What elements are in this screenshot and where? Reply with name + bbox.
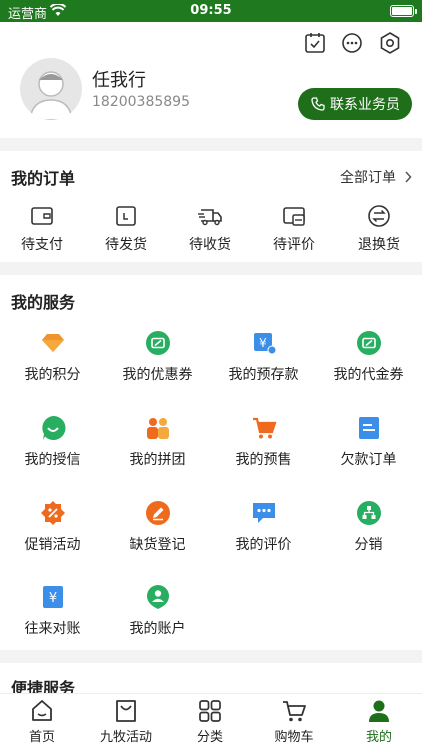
service-reconcile[interactable]: ¥ 往来对账 [0, 584, 105, 638]
services-title: 我的服务 [11, 293, 76, 312]
avatar-person-icon [29, 71, 73, 120]
order-pending-shipment[interactable]: 待发货 [84, 203, 168, 254]
bottom-tab-bar: 首页 九牧活动 分类 购物车 我的 [0, 693, 422, 750]
service-presale[interactable]: 我的预售 [211, 415, 316, 469]
tab-label: 购物车 [274, 730, 314, 745]
order-pending-payment[interactable]: 待支付 [0, 203, 84, 254]
service-credit[interactable]: 我的授信 [0, 415, 105, 469]
tab-home[interactable]: 首页 [0, 698, 84, 745]
credit-icon [41, 415, 65, 440]
voucher-icon [356, 331, 381, 355]
order-pending-review[interactable]: 待评价 [252, 203, 336, 254]
contact-salesperson-button[interactable]: 联系业务员 [298, 88, 412, 120]
order-label: 退换货 [358, 237, 400, 253]
service-label: 分销 [354, 537, 383, 553]
promotion-icon [40, 501, 65, 525]
service-label: 我的预存款 [228, 367, 299, 383]
service-promotions[interactable]: 促销活动 [0, 500, 105, 554]
points-diamond-icon [41, 334, 64, 352]
svg-text:¥: ¥ [259, 336, 267, 350]
home-icon [32, 700, 52, 721]
service-reviews[interactable]: 我的评价 [211, 500, 316, 554]
tab-label: 分类 [196, 730, 223, 745]
category-grid-icon [199, 700, 221, 722]
review-chat-icon [252, 503, 275, 523]
avatar[interactable] [20, 58, 82, 120]
service-deposit[interactable]: ¥ 我的预存款 [211, 330, 316, 384]
order-label: 待收货 [189, 237, 231, 253]
service-label: 我的代金券 [333, 367, 404, 383]
chevron-right-icon [405, 171, 412, 183]
calendar-check-icon[interactable] [302, 30, 328, 56]
coupon-icon [145, 331, 170, 355]
service-label: 欠款订单 [340, 452, 397, 468]
all-orders-link[interactable]: 全部订单 [340, 167, 412, 187]
service-label: 我的预售 [235, 452, 292, 468]
reconcile-icon: ¥ [42, 586, 63, 608]
service-coupons[interactable]: 我的优惠券 [105, 330, 210, 384]
tab-label: 我的 [365, 730, 392, 745]
svg-text:¥: ¥ [48, 591, 56, 606]
order-label: 待支付 [21, 237, 63, 253]
presale-cart-icon [252, 417, 277, 439]
service-group-buy[interactable]: 我的拼团 [105, 415, 210, 469]
truck-icon [198, 209, 222, 226]
service-account[interactable]: 我的账户 [105, 584, 210, 638]
shopping-bag-icon [116, 700, 136, 722]
services-card: 我的服务 我的积分 我的优惠券 ¥ 我的预存款 我的代金券 我的授信 我的拼团 … [0, 275, 422, 650]
user-phone: 18200385895 [92, 94, 190, 110]
chat-dots-icon[interactable] [339, 30, 365, 56]
tab-mine[interactable]: 我的 [337, 698, 421, 745]
wallet-icon [31, 207, 53, 225]
order-label: 待评价 [273, 237, 315, 253]
profile-icon [369, 700, 389, 722]
order-returns[interactable]: 退换货 [337, 203, 421, 254]
group-buy-icon [146, 418, 169, 439]
cart-icon [283, 701, 306, 722]
service-debt-orders[interactable]: 欠款订单 [316, 415, 421, 469]
service-label: 往来对账 [24, 621, 81, 637]
distribution-icon [356, 501, 381, 525]
deposit-icon: ¥ [253, 333, 276, 355]
service-label: 我的授信 [24, 452, 81, 468]
service-vouchers[interactable]: 我的代金券 [316, 330, 421, 384]
service-distribution[interactable]: 分销 [316, 500, 421, 554]
tab-label: 九牧活动 [99, 730, 152, 745]
phone-icon [311, 97, 325, 111]
service-label: 促销活动 [24, 537, 81, 553]
status-bar: 运营商 09:55 [0, 0, 422, 22]
card-icon [283, 207, 305, 226]
all-orders-label: 全部订单 [340, 170, 396, 186]
tab-category[interactable]: 分类 [168, 698, 252, 745]
debt-order-icon [358, 417, 379, 439]
order-label: 待发货 [105, 237, 147, 253]
contact-button-label: 联系业务员 [330, 97, 400, 113]
stockout-pen-icon [145, 501, 170, 525]
orders-title: 我的订单 [11, 169, 76, 188]
service-label: 我的评价 [235, 537, 292, 553]
order-pending-receipt[interactable]: 待收货 [168, 203, 252, 254]
profile-header: 任我行 18200385895 联系业务员 [0, 22, 422, 138]
clock: 09:55 [190, 3, 232, 18]
service-label: 我的积分 [24, 367, 81, 383]
tab-cart[interactable]: 购物车 [252, 698, 336, 745]
service-label: 我的拼团 [129, 452, 186, 468]
battery-icon [390, 5, 414, 17]
service-label: 缺货登记 [129, 537, 186, 553]
settings-hexagon-icon[interactable] [377, 30, 403, 56]
exchange-icon [368, 205, 390, 227]
account-icon [146, 585, 169, 609]
service-label: 我的账户 [129, 621, 186, 637]
service-stockout-register[interactable]: 缺货登记 [105, 500, 210, 554]
user-name: 任我行 [92, 70, 146, 91]
tab-label: 首页 [28, 730, 55, 745]
service-points[interactable]: 我的积分 [0, 330, 105, 384]
box-icon [116, 206, 136, 226]
orders-card: 我的订单 全部订单 待支付 待发货 待收货 待评价 退换货 [0, 151, 422, 262]
tab-activities[interactable]: 九牧活动 [84, 698, 168, 745]
service-label: 我的优惠券 [122, 367, 193, 383]
